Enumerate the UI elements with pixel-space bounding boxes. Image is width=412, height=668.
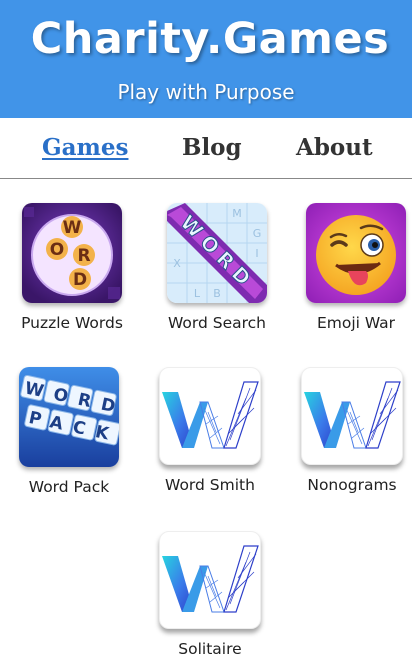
- game-label: Word Smith: [165, 476, 255, 494]
- puzzle-words-icon: W O R D: [22, 203, 122, 303]
- svg-text:X: X: [173, 257, 181, 270]
- nav-about[interactable]: About: [296, 134, 373, 161]
- game-tile-word-pack[interactable]: WORD PACK Word Pack: [9, 367, 129, 496]
- nav-blog[interactable]: Blog: [182, 134, 242, 161]
- svg-text:I: I: [255, 247, 258, 260]
- svg-text:M: M: [232, 207, 242, 220]
- game-label: Puzzle Words: [21, 314, 123, 332]
- nav-games[interactable]: Games: [42, 134, 128, 161]
- puzzle-letter-w: W: [63, 218, 82, 238]
- word-pack-icon: WORD PACK: [19, 367, 119, 467]
- puzzle-letter-r: R: [77, 246, 90, 266]
- game-label: Emoji War: [316, 314, 396, 332]
- game-label: Word Search: [167, 314, 267, 332]
- game-tile-puzzle-words[interactable]: W O R D Puzzle Words: [12, 203, 132, 332]
- game-tile-emoji-war[interactable]: Emoji War: [296, 203, 412, 332]
- main-nav: Games Blog About: [0, 118, 412, 179]
- site-title[interactable]: Charity.Games: [0, 14, 412, 64]
- puzzle-letter-d: D: [73, 270, 87, 290]
- word-search-icon: MG XILB WORD: [167, 203, 267, 303]
- w-logo-icon: [159, 531, 261, 629]
- game-label: Nonograms: [307, 476, 397, 494]
- game-label: Word Pack: [28, 478, 110, 496]
- game-tile-nonograms[interactable]: Nonograms: [292, 367, 412, 494]
- game-tile-word-search[interactable]: MG XILB WORD Word Search: [157, 203, 277, 332]
- game-tile-solitaire[interactable]: Solitaire: [150, 531, 270, 658]
- svg-text:B: B: [213, 287, 221, 300]
- winking-emoji-icon: [306, 203, 406, 303]
- site-tagline: Play with Purpose: [117, 80, 295, 104]
- puzzle-letter-o: O: [50, 240, 64, 260]
- site-header: Charity.Games Play with Purpose: [0, 0, 412, 118]
- svg-text:L: L: [194, 287, 201, 300]
- game-label: Solitaire: [178, 640, 242, 658]
- game-tile-word-smith[interactable]: Word Smith: [150, 367, 270, 494]
- w-logo-icon: [301, 367, 403, 465]
- svg-text:G: G: [253, 227, 262, 240]
- w-logo-icon: [159, 367, 261, 465]
